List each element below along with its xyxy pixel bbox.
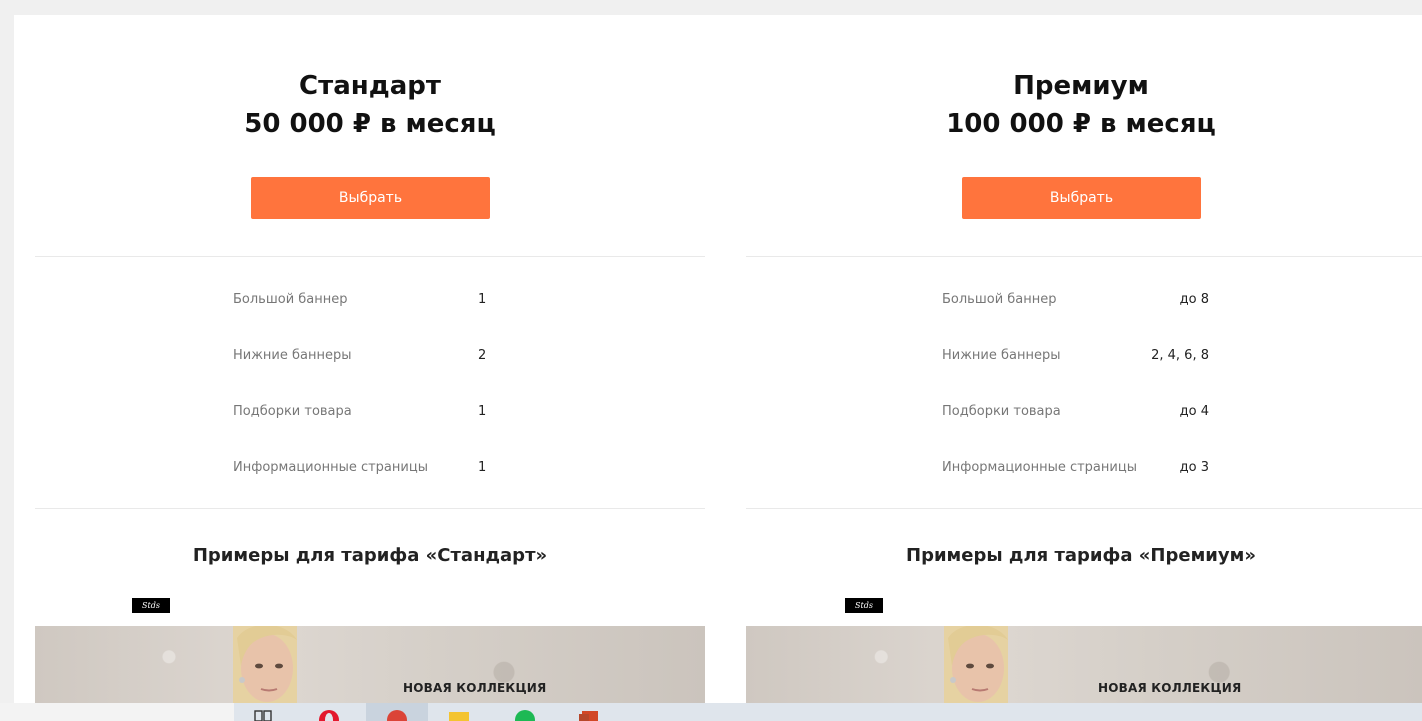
task-view-icon[interactable]: [252, 709, 274, 721]
feature-value: 1: [478, 292, 487, 307]
banner-caption: НОВАЯ КОЛЛЕКЦИЯ: [1098, 681, 1242, 695]
feature-value: 2: [478, 348, 487, 363]
feature-value: до 3: [1179, 460, 1209, 475]
opera-icon[interactable]: [318, 709, 340, 721]
plan-name: Стандарт: [299, 71, 441, 101]
powerpoint-icon[interactable]: [578, 709, 600, 721]
feature-label: Информационные страницы: [942, 460, 1137, 475]
feature-value: 2, 4, 6, 8: [1151, 348, 1209, 363]
pricing-page: Стандарт 50 000 ₽ в месяц Выбрать Большо…: [14, 15, 1422, 703]
examples-title: Примеры для тарифа «Премиум»: [906, 545, 1256, 566]
feature-list: Большой баннер до 8 Нижние баннеры 2, 4,…: [942, 287, 1212, 511]
plan-title: Премиум 100 000 ₽ в месяц: [746, 67, 1416, 143]
feature-value: до 8: [1179, 292, 1209, 307]
feature-label: Нижние баннеры: [233, 348, 352, 363]
feature-value: 1: [478, 404, 487, 419]
divider: [35, 256, 705, 257]
model-portrait: [944, 626, 1008, 703]
feature-label: Информационные страницы: [233, 460, 428, 475]
feature-row: Информационные страницы 1: [233, 455, 493, 511]
example-banner-image[interactable]: НОВАЯ КОЛЛЕКЦИЯ: [746, 626, 1422, 703]
feature-row: Нижние баннеры 2: [233, 343, 493, 399]
divider: [35, 508, 705, 509]
feature-label: Нижние баннеры: [942, 348, 1061, 363]
feature-row: Подборки товара до 4: [942, 399, 1212, 455]
feature-row: Большой баннер 1: [233, 287, 493, 343]
feature-list: Большой баннер 1 Нижние баннеры 2 Подбор…: [233, 287, 493, 511]
plan-name: Премиум: [1013, 71, 1149, 101]
feature-label: Большой баннер: [942, 292, 1057, 307]
divider: [746, 256, 1422, 257]
feature-row: Подборки товара 1: [233, 399, 493, 455]
feature-row: Информационные страницы до 3: [942, 455, 1212, 511]
plan-price: 100 000 ₽ в месяц: [946, 109, 1216, 139]
select-plan-button[interactable]: Выбрать: [251, 177, 490, 219]
example-banner-image[interactable]: НОВАЯ КОЛЛЕКЦИЯ: [35, 626, 705, 703]
model-portrait: [233, 626, 297, 703]
select-plan-button[interactable]: Выбрать: [962, 177, 1201, 219]
feature-value: до 4: [1179, 404, 1209, 419]
plan-standard: Стандарт 50 000 ₽ в месяц Выбрать Большо…: [35, 15, 705, 703]
file-explorer-icon[interactable]: [448, 709, 470, 721]
store-logo: Stds: [132, 598, 170, 613]
feature-label: Большой баннер: [233, 292, 348, 307]
banner-caption: НОВАЯ КОЛЛЕКЦИЯ: [403, 681, 547, 695]
plan-title: Стандарт 50 000 ₽ в месяц: [35, 67, 705, 143]
feature-row: Большой баннер до 8: [942, 287, 1212, 343]
examples-title: Примеры для тарифа «Стандарт»: [192, 545, 548, 566]
plan-premium: Премиум 100 000 ₽ в месяц Выбрать Большо…: [746, 15, 1422, 703]
feature-value: 1: [478, 460, 487, 475]
feature-label: Подборки товара: [233, 404, 352, 419]
feature-row: Нижние баннеры 2, 4, 6, 8: [942, 343, 1212, 399]
taskbar-search-box[interactable]: [0, 703, 234, 721]
chrome-icon[interactable]: [386, 709, 408, 721]
feature-label: Подборки товара: [942, 404, 1061, 419]
plan-price: 50 000 ₽ в месяц: [244, 109, 496, 139]
taskbar: [0, 703, 1422, 721]
divider: [746, 508, 1422, 509]
store-logo: Stds: [845, 598, 883, 613]
spotify-icon[interactable]: [514, 709, 536, 721]
